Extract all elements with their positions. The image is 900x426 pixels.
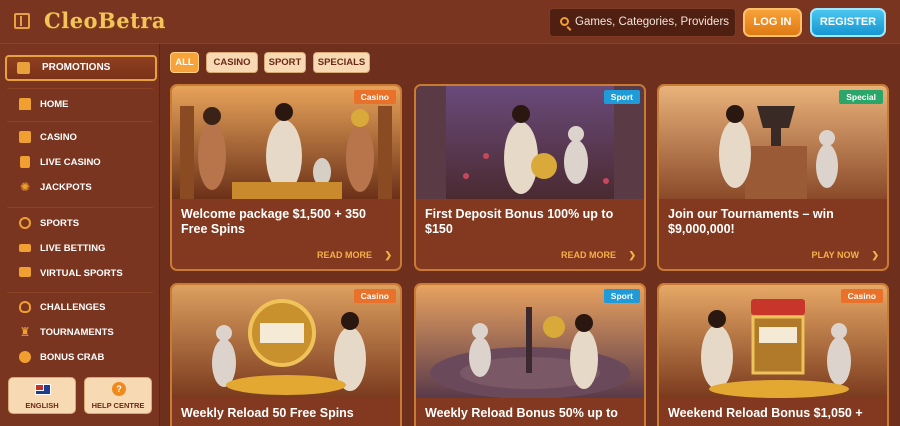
sidebar-item-label: JACKPOTS bbox=[40, 182, 92, 193]
category-badge: Sport bbox=[603, 289, 640, 303]
sidebar-item-home[interactable]: HOME bbox=[7, 94, 153, 116]
home-icon bbox=[19, 98, 31, 110]
sidebar-item-casino[interactable]: CASINO bbox=[7, 127, 153, 149]
promo-card-title: Weekend Reload Bonus $1,050 + bbox=[668, 406, 863, 420]
category-badge: Special bbox=[839, 90, 883, 104]
site-logo[interactable]: CleoBetra bbox=[44, 8, 166, 33]
read-more-link[interactable]: READ MORE bbox=[317, 250, 372, 260]
promo-card[interactable]: Sport First Deposit Bonus 100% up to $15… bbox=[414, 84, 646, 271]
filter-sport[interactable]: SPORT bbox=[264, 52, 306, 73]
sidebar-item-label: LIVE BETTING bbox=[40, 243, 106, 254]
chevron-right-icon: ❯ bbox=[871, 250, 879, 260]
register-button[interactable]: REGISTER bbox=[810, 8, 886, 37]
jackpots-icon: ✺ bbox=[19, 180, 31, 194]
search-icon bbox=[560, 17, 569, 26]
sidebar-item-label: SPORTS bbox=[40, 218, 80, 229]
sidebar-item-virtual-sports[interactable]: VIRTUAL SPORTS bbox=[7, 263, 153, 285]
sidebar-item-bonus-crab[interactable]: BONUS CRAB bbox=[7, 347, 153, 369]
sidebar-group-extras: CHALLENGES ♜ TOURNAMENTS BONUS CRAB bbox=[7, 292, 153, 372]
help-label: HELP CENTRE bbox=[91, 401, 145, 410]
casino-icon bbox=[19, 131, 31, 143]
sidebar-item-label: PROMOTIONS bbox=[42, 62, 111, 73]
challenges-icon bbox=[19, 301, 31, 313]
promo-card[interactable]: Special Join our Tournaments – win $9,00… bbox=[657, 84, 889, 271]
promo-card-image: Sport bbox=[416, 285, 644, 398]
promo-card[interactable]: Casino Welcome package $1,500 + 350 Free… bbox=[170, 84, 402, 271]
promo-card-title: Welcome package $1,500 + 350 Free Spins bbox=[181, 207, 366, 236]
promo-card[interactable]: Sport Weekly Reload Bonus 50% up to bbox=[414, 283, 646, 426]
read-more-link[interactable]: READ MORE bbox=[561, 250, 616, 260]
sidebar-item-label: BONUS CRAB bbox=[40, 352, 105, 363]
promo-card-title: Weekly Reload 50 Free Spins bbox=[181, 406, 354, 420]
sidebar: PROMOTIONS HOME CASINO LIVE CASINO ✺ JAC… bbox=[0, 44, 160, 426]
australia-flag-icon bbox=[35, 384, 51, 395]
sidebar-item-label: VIRTUAL SPORTS bbox=[40, 268, 123, 279]
sidebar-item-challenges[interactable]: CHALLENGES bbox=[7, 297, 153, 319]
live-betting-icon bbox=[19, 242, 31, 254]
help-centre-button[interactable]: ? HELP CENTRE bbox=[84, 377, 152, 414]
sidebar-item-label: CHALLENGES bbox=[40, 302, 106, 313]
sidebar-group-home: HOME bbox=[7, 88, 153, 120]
category-badge: Casino bbox=[353, 289, 396, 303]
promo-card-title: First Deposit Bonus 100% up to $150 bbox=[425, 207, 614, 236]
search-input[interactable]: Games, Categories, Providers bbox=[549, 8, 736, 37]
sidebar-item-live-casino[interactable]: LIVE CASINO bbox=[7, 152, 153, 174]
login-button[interactable]: LOG IN bbox=[743, 8, 802, 37]
promo-card-image: Casino bbox=[172, 285, 400, 398]
language-label: ENGLISH bbox=[25, 401, 59, 410]
virtual-sports-icon bbox=[19, 267, 31, 279]
sidebar-item-jackpots[interactable]: ✺ JACKPOTS bbox=[7, 177, 153, 199]
gift-icon bbox=[17, 62, 30, 74]
promo-card-image: Casino bbox=[659, 285, 887, 398]
promo-card-title: Join our Tournaments – win $9,000,000! bbox=[668, 207, 834, 236]
promo-card-image: Special bbox=[659, 86, 887, 199]
promo-card-image: Casino bbox=[172, 86, 400, 199]
menu-toggle-icon[interactable] bbox=[14, 13, 30, 29]
chevron-right-icon: ❯ bbox=[628, 250, 636, 260]
sidebar-item-label: LIVE CASINO bbox=[40, 157, 101, 168]
sidebar-item-sports[interactable]: SPORTS bbox=[7, 213, 153, 235]
promo-card-image: Sport bbox=[416, 86, 644, 199]
category-badge: Casino bbox=[840, 289, 883, 303]
sidebar-item-promotions[interactable]: PROMOTIONS bbox=[5, 55, 157, 81]
category-badge: Casino bbox=[353, 90, 396, 104]
sidebar-item-label: HOME bbox=[40, 99, 69, 110]
search-placeholder: Games, Categories, Providers bbox=[575, 16, 730, 28]
sidebar-item-live-betting[interactable]: LIVE BETTING bbox=[7, 238, 153, 260]
category-badge: Sport bbox=[603, 90, 640, 104]
sports-icon bbox=[19, 217, 31, 229]
trophy-icon: ♜ bbox=[19, 325, 31, 339]
top-header: CleoBetra Games, Categories, Providers L… bbox=[0, 0, 900, 44]
play-now-link[interactable]: PLAY NOW bbox=[811, 250, 859, 260]
sidebar-group-sports: SPORTS LIVE BETTING VIRTUAL SPORTS bbox=[7, 207, 153, 291]
promo-card[interactable]: Casino Weekend Reload Bonus $1,050 + bbox=[657, 283, 889, 426]
filter-specials[interactable]: SPECIALS bbox=[313, 52, 370, 73]
promo-card[interactable]: Casino Weekly Reload 50 Free Spins bbox=[170, 283, 402, 426]
language-selector[interactable]: ENGLISH bbox=[8, 377, 76, 414]
help-icon: ? bbox=[112, 382, 126, 396]
bonus-crab-icon bbox=[19, 351, 31, 363]
sidebar-item-tournaments[interactable]: ♜ TOURNAMENTS bbox=[7, 322, 153, 344]
chevron-right-icon: ❯ bbox=[384, 250, 392, 260]
promo-card-title: Weekly Reload Bonus 50% up to bbox=[425, 406, 618, 420]
sidebar-group-casino: CASINO LIVE CASINO ✺ JACKPOTS bbox=[7, 121, 153, 206]
sidebar-item-label: CASINO bbox=[40, 132, 77, 143]
filter-casino[interactable]: CASINO bbox=[206, 52, 258, 73]
sidebar-item-label: TOURNAMENTS bbox=[40, 327, 114, 338]
live-casino-icon bbox=[19, 156, 31, 168]
filter-all[interactable]: ALL bbox=[170, 52, 199, 73]
